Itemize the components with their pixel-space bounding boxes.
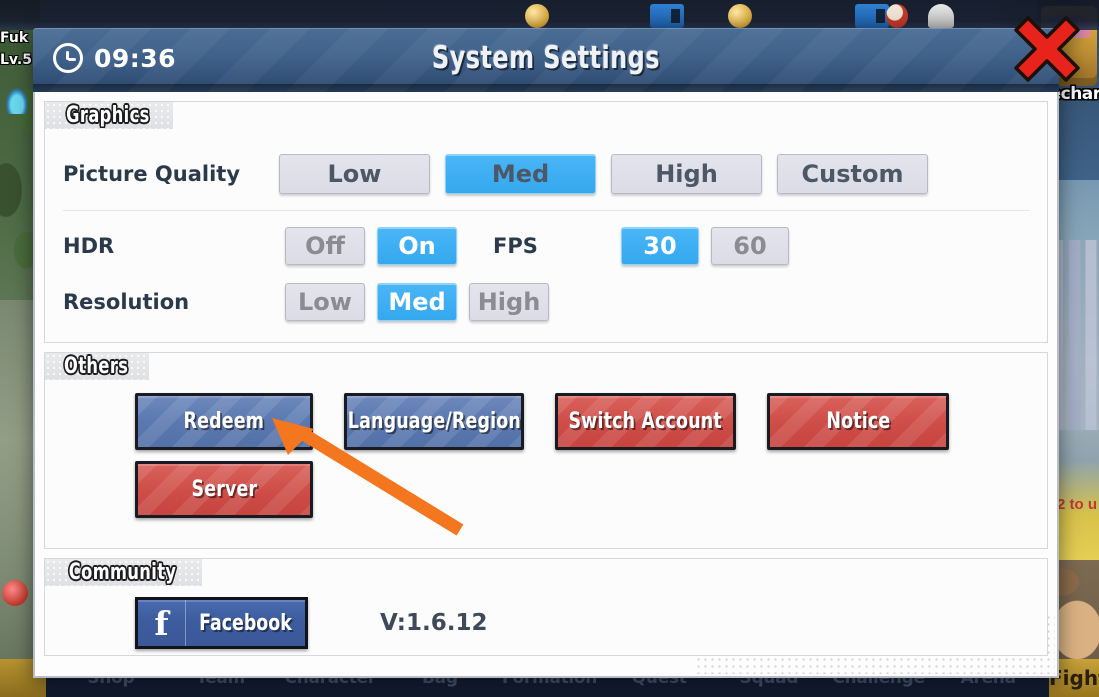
redeem-button[interactable]: Redeem — [135, 393, 313, 450]
hdr-label: HDR — [63, 234, 115, 258]
page-title: System Settings — [432, 40, 660, 76]
player-name: Fuk — [0, 30, 29, 46]
dialog-body: Graphics Picture Quality Low Med High Cu… — [33, 92, 1059, 678]
medal-icon — [728, 4, 752, 28]
picture-quality-option-high[interactable]: High — [611, 154, 762, 194]
graphics-section: Graphics Picture Quality Low Med High Cu… — [44, 101, 1048, 343]
switch-account-button-label: Switch Account — [568, 409, 723, 434]
picture-quality-option-low[interactable]: Low — [279, 154, 430, 194]
notification-orb-icon — [2, 580, 28, 606]
close-icon[interactable] — [1008, 6, 1086, 84]
hdr-option-on[interactable]: On — [377, 227, 457, 265]
community-section-title: Community — [68, 560, 177, 585]
top-hud-bar — [0, 0, 1099, 30]
facebook-icon: f — [138, 600, 186, 646]
card-icon-2 — [855, 4, 889, 28]
picture-quality-label: Picture Quality — [63, 162, 241, 186]
notice-button[interactable]: Notice — [767, 393, 949, 450]
others-section-title: Others — [64, 354, 129, 379]
background-foliage-left-lower — [0, 300, 34, 697]
fps-option-60[interactable]: 60 — [711, 227, 789, 265]
coin-icon — [525, 4, 549, 28]
card-icon-1 — [650, 4, 684, 28]
graphics-section-tab: Graphics — [45, 102, 173, 129]
facebook-button-label: Facebook — [199, 610, 292, 636]
resolution-option-high[interactable]: High — [469, 283, 549, 321]
others-section-tab: Others — [45, 353, 149, 380]
community-section-tab: Community — [45, 559, 202, 586]
clock-icon — [53, 43, 83, 73]
hdr-fps-row: HDR Off On FPS 30 60 — [45, 211, 1047, 273]
community-section: Community f Facebook V:1.6.12 — [44, 558, 1048, 656]
resolution-row: Resolution Low Med High — [45, 273, 1047, 331]
player-info-plate: Fuk Lv.5 — [0, 28, 34, 71]
others-section: Others Redeem Language/Region Switch Acc… — [44, 352, 1048, 549]
flame-orb-icon — [6, 88, 28, 114]
graphics-section-title: Graphics — [66, 103, 150, 128]
flag-icon — [886, 4, 908, 28]
fps-option-30[interactable]: 30 — [621, 227, 699, 265]
resolution-option-med[interactable]: Med — [377, 283, 457, 321]
server-button[interactable]: Server — [135, 461, 313, 518]
picture-quality-option-custom[interactable]: Custom — [777, 154, 928, 194]
resolution-option-low[interactable]: Low — [285, 283, 365, 321]
system-settings-dialog: 09:36 System Settings Graphics Picture Q… — [33, 16, 1080, 678]
fps-label: FPS — [493, 234, 538, 258]
version-label: V:1.6.12 — [380, 610, 488, 636]
switch-account-button[interactable]: Switch Account — [555, 393, 736, 450]
facebook-button[interactable]: f Facebook — [135, 597, 308, 649]
hdr-option-off[interactable]: Off — [285, 227, 365, 265]
player-level: Lv.5 — [0, 51, 32, 68]
picture-quality-row: Picture Quality Low Med High Custom — [45, 140, 1047, 208]
resolution-label: Resolution — [63, 290, 190, 314]
language-region-button-label: Language/Region — [347, 409, 521, 434]
language-region-button[interactable]: Language/Region — [344, 393, 524, 450]
dialog-titlebar: 09:36 System Settings — [33, 28, 1059, 92]
server-button-label: Server — [191, 477, 257, 502]
redeem-button-label: Redeem — [183, 409, 265, 434]
helmet-icon — [928, 4, 954, 28]
picture-quality-option-med[interactable]: Med — [445, 154, 596, 194]
notice-button-label: Notice — [825, 409, 891, 434]
